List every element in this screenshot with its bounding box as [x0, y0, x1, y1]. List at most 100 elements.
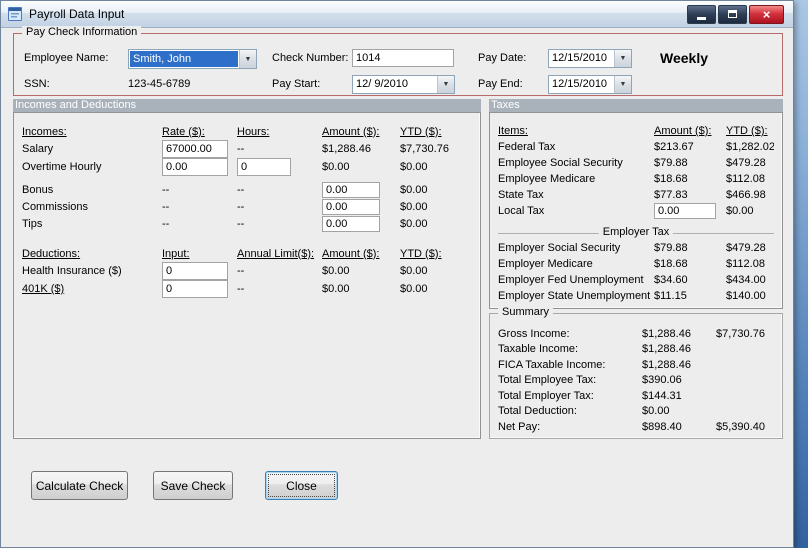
input-column-header: Input:	[162, 247, 190, 260]
table-row-total-employee-tax: Total Employee Tax: $390.06	[498, 373, 774, 389]
federal-tax-amount: $213.67	[654, 141, 694, 153]
deductions-ytd-column-header: YTD ($):	[400, 247, 442, 260]
gross-income-ytd: $7,730.76	[716, 327, 765, 340]
employer-medicare-ytd: $112.08	[726, 258, 765, 270]
pay-end-dropdown-icon[interactable]: ▼	[614, 76, 631, 93]
window-title: Payroll Data Input	[29, 7, 125, 21]
taxable-income-amount: $1,288.46	[642, 343, 691, 356]
table-row-health-insurance: Health Insurance ($) -- $0.00 $0.00	[22, 262, 472, 280]
bonus-label: Bonus	[22, 183, 54, 196]
save-check-button[interactable]: Save Check	[153, 471, 233, 500]
calculate-check-button[interactable]: Calculate Check	[31, 471, 128, 500]
minimize-icon	[697, 16, 706, 20]
incomes-header-row: Incomes: Rate ($): Hours: Amount ($): YT…	[22, 123, 472, 140]
net-pay-ytd: $5,390.40	[716, 420, 765, 433]
salary-ytd: $7,730.76	[400, 143, 449, 155]
pay-end-picker[interactable]: 12/15/2010 ▼	[548, 75, 632, 94]
bonus-amount-input[interactable]	[322, 181, 380, 198]
employer-state-unemployment-amount: $11.15	[654, 290, 687, 302]
maximize-button[interactable]	[718, 4, 747, 24]
employer-medicare-label: Employer Medicare	[498, 258, 593, 270]
table-row-overtime: Overtime Hourly $0.00 $0.00	[22, 158, 472, 176]
deductions-amount-column-header: Amount ($):	[322, 247, 380, 260]
taxes-header-row: Items: Amount ($): YTD ($):	[498, 123, 774, 139]
employee-medicare-amount: $18.68	[654, 173, 688, 185]
app-icon	[7, 6, 23, 22]
check-number-input[interactable]	[352, 49, 454, 67]
total-employer-tax-label: Total Employer Tax:	[498, 389, 594, 402]
total-employee-tax-amount: $390.06	[642, 374, 682, 387]
federal-tax-ytd: $1,282.02	[726, 141, 774, 153]
401k-input[interactable]	[162, 280, 228, 298]
employee-medicare-ytd: $112.08	[726, 173, 765, 185]
pay-date-picker[interactable]: 12/15/2010 ▼	[548, 49, 632, 68]
table-row-employer-state-unemployment: Employer State Unemployment $11.15 $140.…	[498, 288, 774, 304]
employer-ss-amount: $79.88	[654, 242, 688, 254]
incomes-deductions-panel: Incomes: Rate ($): Hours: Amount ($): YT…	[13, 112, 481, 439]
close-button[interactable]: ×	[749, 4, 784, 24]
summary-group-title: Summary	[498, 306, 554, 318]
salary-label: Salary	[22, 143, 54, 155]
table-row-commissions: Commissions -- -- $0.00	[22, 198, 472, 215]
table-row-federal-tax: Federal Tax $213.67 $1,282.02	[498, 139, 774, 155]
taxable-income-label: Taxable Income:	[498, 343, 579, 356]
health-insurance-amount: $0.00	[322, 265, 350, 277]
title-bar[interactable]: Payroll Data Input ×	[1, 1, 793, 28]
commissions-hours: --	[237, 200, 245, 213]
table-row-employer-ss: Employer Social Security $79.88 $479.28	[498, 240, 774, 256]
pay-end-value: 12/15/2010	[552, 78, 608, 90]
total-deduction-label: Total Deduction:	[498, 405, 577, 418]
local-tax-input[interactable]	[654, 203, 716, 219]
net-pay-amount: $898.40	[642, 420, 682, 433]
401k-label[interactable]: 401K ($)	[22, 283, 162, 295]
table-row-total-employer-tax: Total Employer Tax: $144.31	[498, 388, 774, 404]
bonus-hours: --	[237, 183, 245, 196]
commissions-amount-input[interactable]	[322, 198, 380, 215]
state-tax-label: State Tax	[498, 189, 544, 201]
overtime-rate-input[interactable]	[162, 158, 228, 176]
commissions-rate: --	[162, 200, 170, 213]
401k-amount: $0.00	[322, 283, 350, 295]
pay-start-picker[interactable]: 12/ 9/2010 ▼	[352, 75, 455, 94]
state-tax-amount: $77.83	[654, 189, 688, 201]
summary-group: Summary Gross Income: $1,288.46 $7,730.7…	[489, 306, 783, 439]
net-pay-label: Net Pay:	[498, 420, 541, 433]
total-employer-tax-amount: $144.31	[642, 389, 682, 402]
pay-start-dropdown-icon[interactable]: ▼	[437, 76, 454, 93]
close-check-button[interactable]: Close	[265, 471, 338, 500]
fica-taxable-income-amount: $1,288.46	[642, 358, 691, 371]
local-tax-ytd: $0.00	[726, 205, 754, 217]
employer-fed-unemployment-ytd: $434.00	[726, 274, 766, 286]
pay-start-value: 12/ 9/2010	[356, 78, 408, 90]
health-insurance-input[interactable]	[162, 262, 228, 280]
tips-amount-input[interactable]	[322, 215, 380, 232]
table-row-gross-income: Gross Income: $1,288.46 $7,730.76	[498, 326, 774, 342]
total-deduction-amount: $0.00	[642, 405, 670, 418]
fica-taxable-income-label: FICA Taxable Income:	[498, 358, 606, 371]
overtime-amount: $0.00	[322, 161, 350, 173]
ytd-column-header: YTD ($):	[400, 125, 442, 138]
salary-rate-input[interactable]	[162, 140, 228, 158]
employee-name-combobox[interactable]: Smith, John ▼	[128, 49, 257, 69]
paycheck-info-group: Pay Check Information Employee Name: Smi…	[13, 26, 783, 96]
close-icon: ×	[762, 6, 771, 22]
employee-ss-label: Employee Social Security	[498, 157, 623, 169]
table-row-employer-fed-unemployment: Employer Fed Unemployment $34.60 $434.00	[498, 272, 774, 288]
employer-ss-label: Employer Social Security	[498, 242, 621, 254]
employer-state-unemployment-label: Employer State Unemployment	[498, 290, 651, 302]
employee-name-dropdown-icon[interactable]: ▼	[239, 50, 256, 68]
salary-hours: --	[237, 143, 245, 155]
employee-name-label: Employee Name:	[24, 52, 109, 64]
table-row-fica-taxable-income: FICA Taxable Income: $1,288.46	[498, 357, 774, 373]
overtime-hours-input[interactable]	[237, 158, 291, 176]
employer-fed-unemployment-amount: $34.60	[654, 274, 688, 286]
salary-amount: $1,288.46	[322, 143, 371, 155]
pay-date-dropdown-icon[interactable]: ▼	[614, 50, 631, 67]
employer-fed-unemployment-label: Employer Fed Unemployment	[498, 274, 644, 286]
table-row-401k: 401K ($) -- $0.00 $0.00	[22, 280, 472, 298]
check-number-label: Check Number:	[272, 52, 349, 64]
ssn-value: 123-45-6789	[128, 78, 191, 90]
table-row-salary: Salary -- $1,288.46 $7,730.76	[22, 140, 472, 158]
minimize-button[interactable]	[687, 4, 716, 24]
table-row-employee-ss: Employee Social Security $79.88 $479.28	[498, 155, 774, 171]
